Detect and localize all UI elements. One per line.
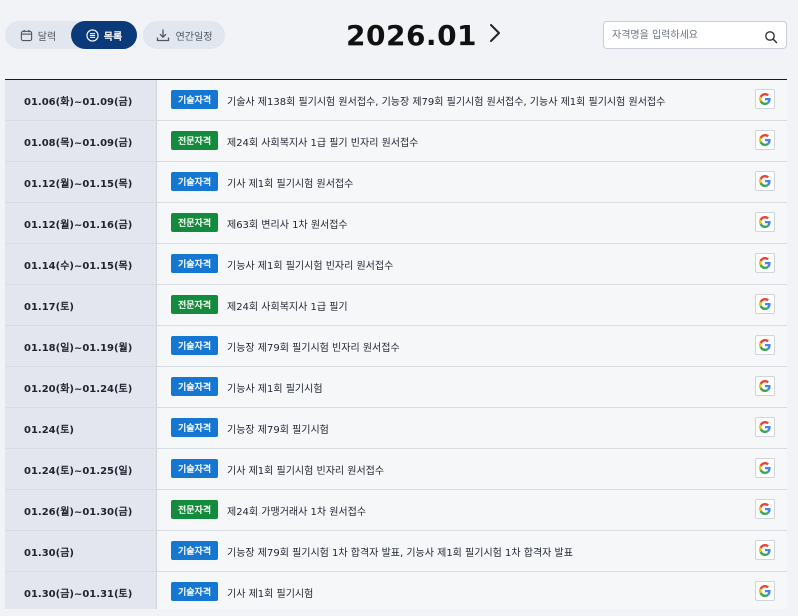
table-row[interactable]: 01.30(금) 기술자격 기능장 제79회 필기시험 1차 합격자 발표, 기능사… [5, 531, 787, 572]
month-title: 2026.01 [346, 19, 478, 52]
category-badge: 기술자격 [171, 418, 219, 437]
exam-title[interactable]: 제24회 사회복지사 1급 필기 빈자리 원서접수 [227, 121, 747, 161]
add-to-google-calendar-button[interactable] [755, 417, 775, 437]
list-view-label: 목록 [103, 31, 123, 43]
google-g-icon [759, 339, 771, 351]
table-row[interactable]: 01.20(화)~01.24(토) 기술자격 기능사 제1회 필기시험 [5, 367, 787, 408]
next-month-button[interactable] [484, 24, 506, 46]
date-cell: 01.24(토)~01.25(일) [5, 449, 157, 489]
search-input[interactable] [612, 26, 757, 44]
yearly-schedule-button[interactable]: 연간일정 [143, 21, 225, 49]
category-badge: 기술자격 [171, 336, 219, 355]
table-row[interactable]: 01.26(월)~01.30(금) 전문자격 제24회 가맹거래사 1차 원서접수 [5, 490, 787, 531]
table-row[interactable]: 01.06(화)~01.09(금) 기술자격 기술사 제138회 필기시험 원서접수… [5, 80, 787, 121]
add-to-google-calendar-button[interactable] [755, 376, 775, 396]
category-badge: 기술자격 [171, 377, 219, 396]
table-row[interactable]: 01.30(금)~01.31(토) 기술자격 기사 제1회 필기시험 [5, 572, 787, 609]
date-cell: 01.17(토) [5, 285, 157, 325]
download-icon [156, 28, 170, 42]
exam-title[interactable]: 기사 제1회 필기시험 빈자리 원서접수 [227, 449, 747, 489]
add-to-google-calendar-button[interactable] [755, 540, 775, 560]
search-icon[interactable] [764, 29, 778, 44]
exam-title[interactable]: 기능사 제1회 필기시험 [227, 367, 747, 407]
exam-title[interactable]: 기능장 제79회 필기시험 [227, 408, 747, 448]
category-badge: 전문자격 [171, 500, 219, 519]
list-view-button[interactable]: 목록 [71, 21, 137, 49]
add-to-google-calendar-button[interactable] [755, 253, 775, 273]
table-row[interactable]: 01.12(월)~01.15(목) 기술자격 기사 제1회 필기시험 원서접수 [5, 162, 787, 203]
google-g-icon [759, 585, 771, 597]
add-to-google-calendar-button[interactable] [755, 130, 775, 150]
google-g-icon [759, 257, 771, 269]
exam-title[interactable]: 기사 제1회 필기시험 [227, 572, 747, 609]
category-badge: 전문자격 [171, 213, 219, 232]
date-cell: 01.12(월)~01.15(목) [5, 162, 157, 202]
date-cell: 01.30(금)~01.31(토) [5, 572, 157, 609]
google-g-icon [759, 175, 771, 187]
date-cell: 01.26(월)~01.30(금) [5, 490, 157, 530]
date-cell: 01.14(수)~01.15(목) [5, 244, 157, 284]
date-cell: 01.12(월)~01.16(금) [5, 203, 157, 243]
google-g-icon [759, 503, 771, 515]
add-to-google-calendar-button[interactable] [755, 212, 775, 232]
google-g-icon [759, 380, 771, 392]
add-to-google-calendar-button[interactable] [755, 499, 775, 519]
table-row[interactable]: 01.18(일)~01.19(월) 기술자격 기능장 제79회 필기시험 빈자리 원… [5, 326, 787, 367]
exam-title[interactable]: 제24회 사회복지사 1급 필기 [227, 285, 747, 325]
yearly-schedule-label: 연간일정 [175, 31, 213, 43]
add-to-google-calendar-button[interactable] [755, 294, 775, 314]
list-icon [86, 28, 99, 42]
category-badge: 기술자격 [171, 254, 219, 273]
table-row[interactable]: 01.24(토)~01.25(일) 기술자격 기사 제1회 필기시험 빈자리 원서접… [5, 449, 787, 490]
date-cell: 01.24(토) [5, 408, 157, 448]
exam-title[interactable]: 제24회 가맹거래사 1차 원서접수 [227, 490, 747, 530]
date-cell: 01.06(화)~01.09(금) [5, 80, 157, 120]
search-box [603, 21, 787, 49]
category-badge: 기술자격 [171, 541, 219, 560]
add-to-google-calendar-button[interactable] [755, 581, 775, 601]
calendar-icon [20, 29, 33, 42]
category-badge: 전문자격 [171, 295, 219, 314]
category-badge: 전문자격 [171, 131, 219, 150]
exam-title[interactable]: 제63회 변리사 1차 원서접수 [227, 203, 747, 243]
add-to-google-calendar-button[interactable] [755, 335, 775, 355]
category-badge: 기술자격 [171, 459, 219, 478]
table-row[interactable]: 01.24(토) 기술자격 기능장 제79회 필기시험 [5, 408, 787, 449]
table-row[interactable]: 01.08(목)~01.09(금) 전문자격 제24회 사회복지사 1급 필기 빈자… [5, 121, 787, 162]
category-badge: 기술자격 [171, 90, 219, 109]
google-g-icon [759, 421, 771, 433]
chevron-right-icon [488, 23, 502, 47]
exam-title[interactable]: 기사 제1회 필기시험 원서접수 [227, 162, 747, 202]
date-cell: 01.20(화)~01.24(토) [5, 367, 157, 407]
google-g-icon [759, 544, 771, 556]
top-bar: 달력 목록 연간일정 2026.01 [0, 0, 798, 72]
calendar-view-button[interactable]: 달력 [5, 21, 71, 49]
google-g-icon [759, 216, 771, 228]
google-g-icon [759, 462, 771, 474]
schedule-table: 01.06(화)~01.09(금) 기술자격 기술사 제138회 필기시험 원서접수… [5, 79, 787, 609]
table-row[interactable]: 01.17(토) 전문자격 제24회 사회복지사 1급 필기 [5, 285, 787, 326]
exam-title[interactable]: 기능장 제79회 필기시험 1차 합격자 발표, 기능사 제1회 필기시험 1차… [227, 531, 747, 571]
calendar-view-label: 달력 [37, 31, 57, 43]
google-g-icon [759, 134, 771, 146]
horizontal-scrollbar[interactable] [5, 609, 787, 616]
exam-title[interactable]: 기능사 제1회 필기시험 빈자리 원서접수 [227, 244, 747, 284]
table-row[interactable]: 01.14(수)~01.15(목) 기술자격 기능사 제1회 필기시험 빈자리 원서… [5, 244, 787, 285]
exam-title[interactable]: 기능장 제79회 필기시험 빈자리 원서접수 [227, 326, 747, 366]
add-to-google-calendar-button[interactable] [755, 458, 775, 478]
view-toggle: 달력 목록 [5, 21, 137, 49]
exam-title[interactable]: 기술사 제138회 필기시험 원서접수, 기능장 제79회 필기시험 원서접수,… [227, 80, 747, 120]
date-cell: 01.08(목)~01.09(금) [5, 121, 157, 161]
date-cell: 01.18(일)~01.19(월) [5, 326, 157, 366]
add-to-google-calendar-button[interactable] [755, 171, 775, 191]
date-cell: 01.30(금) [5, 531, 157, 571]
google-g-icon [759, 93, 771, 105]
table-row[interactable]: 01.12(월)~01.16(금) 전문자격 제63회 변리사 1차 원서접수 [5, 203, 787, 244]
category-badge: 기술자격 [171, 582, 219, 601]
google-g-icon [759, 298, 771, 310]
add-to-google-calendar-button[interactable] [755, 89, 775, 109]
category-badge: 기술자격 [171, 172, 219, 191]
